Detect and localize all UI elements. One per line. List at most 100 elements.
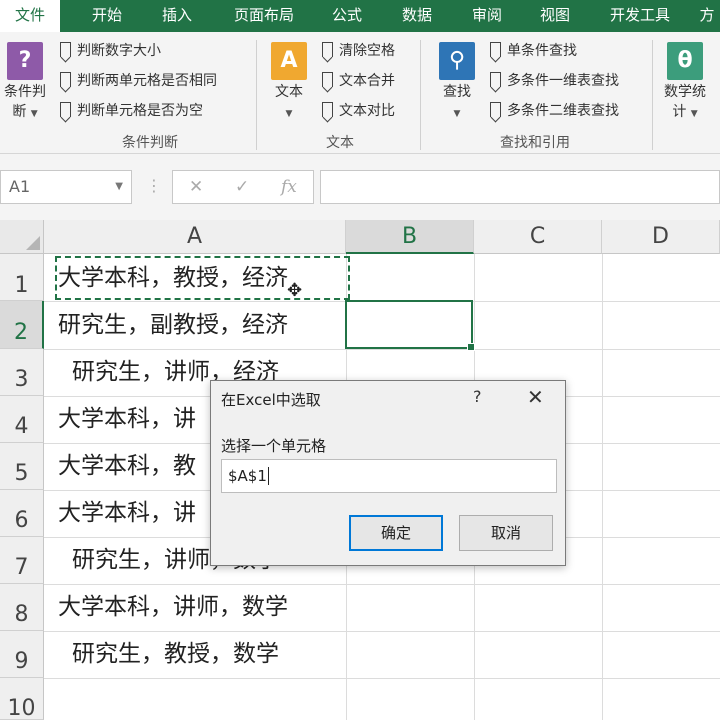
magnifier-book-icon: ⚲ <box>439 42 475 80</box>
text-compare-button[interactable]: 文本对比 <box>322 100 395 122</box>
group-label-lookup: 查找和引用 <box>500 135 570 151</box>
gridline <box>44 584 720 585</box>
tab-formulas[interactable]: 公式 <box>318 0 376 32</box>
cell-reference-input[interactable]: $A$1 <box>221 459 557 493</box>
multi-condition-1d-lookup-label: 多条件一维表查找 <box>507 73 619 89</box>
cancel-icon[interactable]: ✕ <box>189 177 203 197</box>
row-header-9[interactable]: 9 <box>0 631 44 678</box>
single-condition-lookup-label: 单条件查找 <box>507 43 577 59</box>
tab-file[interactable]: 文件 <box>0 0 60 32</box>
group-separator <box>652 40 653 150</box>
cell-a8[interactable]: 大学本科，讲师，数学 <box>44 587 346 627</box>
row-header-10[interactable]: 10 <box>0 678 44 720</box>
active-cell-b2[interactable] <box>345 300 475 351</box>
text-button-label: 文本 <box>275 84 303 100</box>
name-box[interactable]: A1 ▼ <box>0 170 132 204</box>
enter-icon[interactable]: ✓ <box>235 177 249 197</box>
multi-condition-2d-lookup-label: 多条件二维表查找 <box>507 103 619 119</box>
judge-number-size-label: 判断数字大小 <box>77 43 161 59</box>
chevron-down-icon: ▼ <box>453 109 461 119</box>
chevron-down-icon: ▼ <box>690 109 698 119</box>
cell-a10[interactable] <box>44 681 346 719</box>
cancel-button[interactable]: 取消 <box>459 515 553 551</box>
group-separator <box>420 40 421 150</box>
bookmark-icon <box>60 42 71 57</box>
multi-condition-2d-lookup-button[interactable]: 多条件二维表查找 <box>490 100 619 122</box>
tab-data[interactable]: 数据 <box>388 0 446 32</box>
row-header-1[interactable]: 1 <box>0 254 44 301</box>
chevron-down-icon: ▼ <box>285 109 293 119</box>
ribbon-tab-bar: 文件 开始 插入 页面布局 公式 数据 审阅 视图 开发工具 方 <box>0 0 720 32</box>
row-header-4[interactable]: 4 <box>0 396 44 443</box>
formula-bar: A1 ▼ ⋮ ✕ ✓ fx <box>0 154 720 220</box>
ok-button[interactable]: 确定 <box>349 515 443 551</box>
text-merge-button[interactable]: 文本合并 <box>322 70 395 92</box>
tab-insert[interactable]: 插入 <box>146 0 208 32</box>
row-header-5[interactable]: 5 <box>0 443 44 490</box>
condition-judge-label-1: 条件判 <box>4 84 46 100</box>
question-book-icon: ? <box>7 42 43 80</box>
ribbon: ? 条件判 断 ▼ 判断数字大小 判断两单元格是否相同 判断单元格是否为空 条件… <box>0 32 720 154</box>
insert-function-icon[interactable]: fx <box>281 177 297 197</box>
math-stats-label-2: 计 <box>672 104 687 120</box>
row-header-6[interactable]: 6 <box>0 490 44 537</box>
bookmark-icon <box>490 42 501 57</box>
bookmark-icon <box>490 72 501 87</box>
row-header-8[interactable]: 8 <box>0 584 44 631</box>
row-header-2[interactable]: 2 <box>0 301 44 349</box>
judge-two-cells-same-label: 判断两单元格是否相同 <box>77 73 217 89</box>
select-all-corner[interactable] <box>0 220 44 254</box>
cell-a2[interactable]: 研究生，副教授，经济 <box>44 305 346 345</box>
dialog-prompt: 选择一个单元格 <box>221 437 327 455</box>
judge-cell-empty-button[interactable]: 判断单元格是否为空 <box>60 100 203 122</box>
bookmark-icon <box>322 72 333 87</box>
lookup-button[interactable]: ⚲ 查找 ▼ <box>432 42 482 124</box>
gridline <box>602 254 603 720</box>
formula-input[interactable] <box>320 170 720 204</box>
tab-page-layout[interactable]: 页面布局 <box>222 0 306 32</box>
single-condition-lookup-button[interactable]: 单条件查找 <box>490 40 577 62</box>
gridline <box>44 631 720 632</box>
chevron-down-icon: ▼ <box>30 109 38 119</box>
close-icon[interactable]: ✕ <box>527 385 544 409</box>
judge-cell-empty-label: 判断单元格是否为空 <box>77 103 203 119</box>
formula-buttons: ✕ ✓ fx <box>172 170 314 204</box>
condition-judge-label-2: 断 <box>12 104 27 120</box>
judge-number-size-button[interactable]: 判断数字大小 <box>60 40 161 62</box>
clear-spaces-label: 清除空格 <box>339 43 395 59</box>
cell-reference-value: $A$1 <box>228 467 267 485</box>
help-icon[interactable]: ? <box>473 387 482 406</box>
math-stats-button[interactable]: θ 数学统 计 ▼ <box>660 42 710 124</box>
bookmark-icon <box>60 102 71 117</box>
column-header-b[interactable]: B <box>346 220 474 254</box>
bookmark-icon <box>490 102 501 117</box>
column-header-a[interactable]: A <box>44 220 346 254</box>
group-label-text: 文本 <box>326 135 354 151</box>
dialog-title: 在Excel中选取 <box>221 391 321 409</box>
chevron-down-icon[interactable]: ▼ <box>115 171 123 203</box>
tab-view[interactable]: 视图 <box>526 0 584 32</box>
multi-condition-1d-lookup-button[interactable]: 多条件一维表查找 <box>490 70 619 92</box>
row-header-3[interactable]: 3 <box>0 349 44 396</box>
column-header-c[interactable]: C <box>474 220 602 254</box>
judge-two-cells-same-button[interactable]: 判断两单元格是否相同 <box>60 70 217 92</box>
tab-more[interactable]: 方 <box>694 0 720 32</box>
row-header-7[interactable]: 7 <box>0 537 44 584</box>
copy-marquee <box>55 256 350 300</box>
gridline <box>44 678 720 679</box>
column-header-d[interactable]: D <box>602 220 720 254</box>
cell-a9[interactable]: 研究生，教授，数学 <box>44 634 346 674</box>
lookup-button-label: 查找 <box>443 84 471 100</box>
tab-home[interactable]: 开始 <box>76 0 138 32</box>
text-button[interactable]: A 文本 ▼ <box>262 42 316 124</box>
gridline <box>44 349 720 350</box>
bookmark-icon <box>60 72 71 87</box>
tab-developer[interactable]: 开发工具 <box>600 0 680 32</box>
resize-handle-icon[interactable]: ⋮ <box>146 176 162 195</box>
condition-judge-button[interactable]: ? 条件判 断 ▼ <box>0 42 50 124</box>
clear-spaces-button[interactable]: 清除空格 <box>322 40 395 62</box>
move-cursor-icon: ✥ <box>287 280 303 301</box>
text-compare-label: 文本对比 <box>339 103 395 119</box>
tab-review[interactable]: 审阅 <box>458 0 516 32</box>
group-label-condition: 条件判断 <box>122 135 178 151</box>
